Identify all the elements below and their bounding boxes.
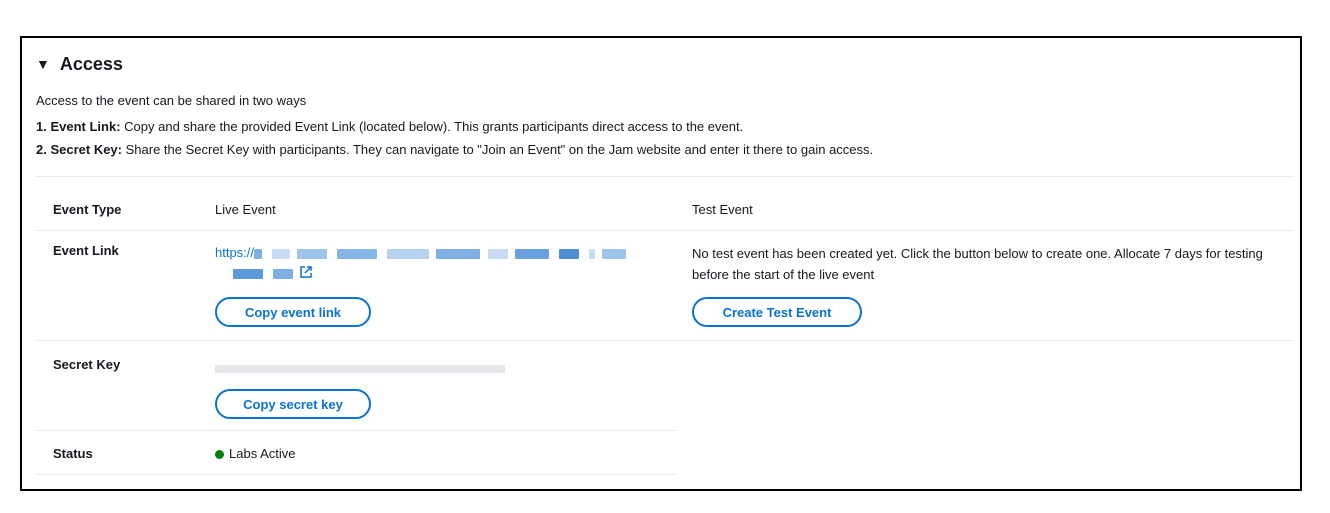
live-event-header: Live Event: [215, 202, 276, 217]
divider: [36, 474, 676, 475]
section-header[interactable]: ▼ Access: [36, 54, 123, 75]
redacted-url: [297, 248, 328, 259]
external-link-icon-svg: [300, 265, 312, 278]
redacted-secret-key: [215, 364, 505, 373]
divider: [36, 176, 1294, 177]
access-intro: Access to the event can be shared in two…: [36, 93, 307, 108]
redacted-url: [515, 248, 550, 259]
event-type-label: Event Type: [53, 202, 122, 217]
item1-label: 1. Event Link:: [36, 119, 121, 134]
redacted-url: [233, 268, 263, 279]
redacted-url: [588, 248, 595, 259]
caret-down-icon[interactable]: ▼: [36, 56, 50, 72]
redacted-url: [602, 248, 627, 259]
section-title: Access: [59, 54, 123, 74]
test-event-header: Test Event: [692, 202, 753, 217]
redacted-url: [487, 248, 508, 259]
secret-key-value: [215, 360, 505, 375]
item1-text: Copy and share the provided Event Link (…: [120, 119, 744, 134]
create-test-event-button[interactable]: Create Test Event: [692, 297, 862, 327]
event-link-label: Event Link: [53, 243, 119, 258]
test-event-message: No test event has been created yet. Clic…: [692, 246, 1263, 282]
redacted-url: [254, 248, 263, 259]
redacted-url: [336, 248, 377, 259]
item2-label: 2. Secret Key:: [36, 142, 122, 157]
divider: [36, 340, 1294, 341]
redacted-url: [272, 268, 293, 279]
access-item-event-link: 1. Event Link: Copy and share the provid…: [36, 119, 743, 134]
divider: [36, 430, 676, 431]
event-link[interactable]: https://: [215, 243, 675, 284]
secret-key-label: Secret Key: [53, 357, 121, 372]
redacted-url: [436, 248, 481, 259]
copy-secret-key-button[interactable]: Copy secret key: [215, 389, 371, 419]
divider: [36, 230, 1294, 231]
copy-event-link-button[interactable]: Copy event link: [215, 297, 371, 327]
item2-text: Share the Secret Key with participants. …: [122, 142, 874, 157]
status-value: Labs Active: [215, 446, 296, 461]
redacted-url: [386, 248, 429, 259]
status-success-icon: [215, 450, 224, 460]
status-text: Labs Active: [229, 446, 296, 461]
redacted-url: [559, 248, 580, 259]
redacted-url: [271, 248, 290, 259]
external-link-icon[interactable]: [300, 264, 312, 284]
status-label: Status: [53, 446, 93, 461]
event-link-prefix[interactable]: https://: [215, 245, 254, 260]
access-item-secret-key: 2. Secret Key: Share the Secret Key with…: [36, 142, 873, 157]
